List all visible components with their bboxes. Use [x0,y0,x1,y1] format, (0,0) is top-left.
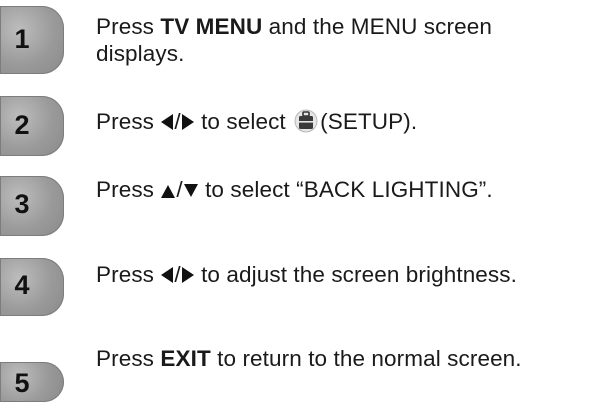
step-number: 4 [14,270,30,300]
step-number: 1 [14,24,30,54]
button-name: TV MENU [160,14,263,39]
up-triangle-icon [161,185,176,198]
setup-toolbox-icon [294,109,318,133]
button-name: EXIT [160,346,211,371]
right-triangle-icon [181,267,194,283]
step-number: 3 [14,189,30,219]
right-triangle-icon [181,114,194,130]
left-triangle-icon [161,114,174,130]
step-instruction: Press TV MENU and the MENU screen displa… [96,14,492,66]
step-instruction: Press / to select “BACK LIGHTING”. [96,177,493,202]
step-instruction: Press / to select (SETUP). [96,109,418,134]
step-instruction: Press / to adjust the screen brightness. [96,262,517,287]
step-number: 5 [14,368,30,398]
left-triangle-icon [161,267,174,283]
step-number: 2 [14,110,30,140]
down-triangle-icon [183,184,198,197]
step-instruction: Press EXIT to return to the normal scree… [96,346,522,371]
